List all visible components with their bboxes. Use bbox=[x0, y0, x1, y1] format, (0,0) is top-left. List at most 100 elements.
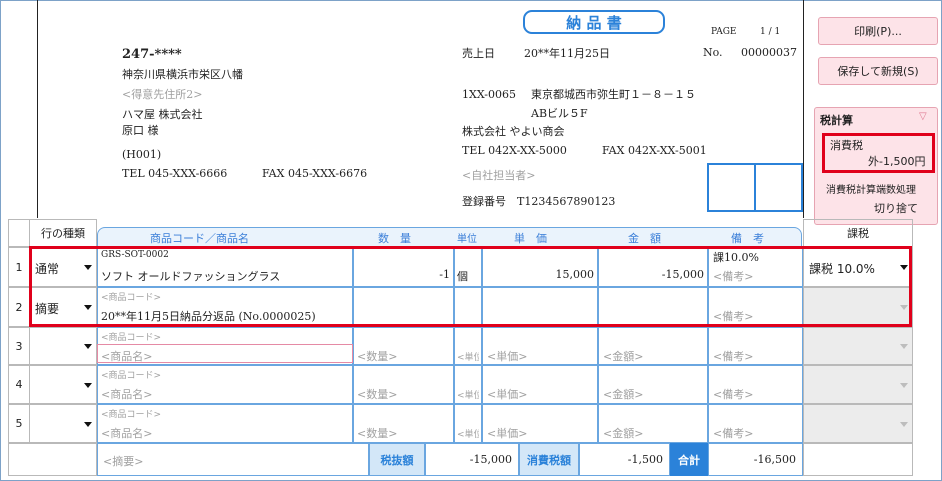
company-postal[interactable]: 1XX-0065 bbox=[462, 88, 516, 101]
product-name-field[interactable]: ソフト オールドファッショングラス bbox=[101, 268, 280, 284]
amount-field[interactable]: <金額> bbox=[603, 386, 643, 402]
product-code-field[interactable]: <商品コード> bbox=[101, 407, 161, 420]
tax-select[interactable] bbox=[803, 287, 913, 327]
row-type-header: 行の種類 bbox=[29, 219, 97, 247]
row-type-dropdown-icon[interactable] bbox=[84, 305, 92, 310]
rounding-label: 消費税計算端数処理 bbox=[826, 185, 916, 196]
unit-field[interactable]: <単位> bbox=[457, 427, 479, 440]
rounding-value[interactable]: 切り捨て bbox=[874, 200, 918, 216]
tax-dropdown-icon[interactable] bbox=[900, 265, 908, 270]
customer-address2-field[interactable]: <得意先住所2> bbox=[122, 86, 202, 102]
footer-right-cell bbox=[803, 443, 913, 476]
header-product: 商品コード／商品名 bbox=[150, 232, 249, 245]
row-type-dropdown-icon[interactable] bbox=[84, 265, 92, 270]
product-code-field[interactable]: <商品コード> bbox=[101, 330, 161, 343]
price-field[interactable]: <単価> bbox=[487, 425, 527, 441]
customer-fax[interactable]: FAX 045-XXX-6676 bbox=[262, 167, 367, 180]
price-cell bbox=[482, 247, 598, 287]
footer-left-cell bbox=[8, 443, 97, 476]
tax-panel-collapse-icon[interactable]: ▽ bbox=[919, 111, 927, 122]
tax-dropdown-icon[interactable] bbox=[900, 382, 908, 388]
company-address[interactable]: 東京都城西市弥生町１－８－１５ bbox=[531, 86, 696, 102]
header-amount: 金 額 bbox=[628, 232, 661, 245]
consumption-tax-amount-label: 消費税額 bbox=[519, 443, 579, 476]
product-name-field[interactable]: <商品名> bbox=[101, 386, 152, 402]
stamp-box-1[interactable] bbox=[707, 163, 756, 212]
tax-select[interactable] bbox=[803, 327, 913, 365]
qty-field[interactable]: <数量> bbox=[357, 386, 397, 402]
customer-address[interactable]: 神奈川県横浜市栄区八幡 bbox=[122, 66, 243, 82]
qty-field[interactable]: <数量> bbox=[357, 348, 397, 364]
save-new-button[interactable]: 保存して新規(S) bbox=[818, 57, 938, 85]
print-button[interactable]: 印刷(P)... bbox=[818, 17, 938, 45]
amount-field[interactable]: <金額> bbox=[603, 348, 643, 364]
unit-cell bbox=[454, 287, 482, 327]
stamp-box-2[interactable] bbox=[754, 163, 803, 212]
company-building[interactable]: ABビル５F bbox=[531, 105, 588, 121]
note-tax-rate: 課10.0% bbox=[713, 251, 759, 264]
price-field[interactable]: <単価> bbox=[487, 348, 527, 364]
sale-no-label: No. bbox=[703, 46, 723, 59]
row-type-dropdown-icon[interactable] bbox=[84, 344, 92, 349]
company-fax[interactable]: FAX 042X-XX-5001 bbox=[602, 144, 707, 157]
price-field[interactable]: <単価> bbox=[487, 386, 527, 402]
customer-tel[interactable]: TEL 045-XXX-6666 bbox=[122, 167, 227, 180]
note-field[interactable]: <備考> bbox=[713, 425, 753, 441]
qty-field[interactable]: -1 bbox=[439, 268, 450, 281]
left-border-line bbox=[37, 0, 38, 218]
customer-postal[interactable]: 247-**** bbox=[122, 47, 182, 62]
row-type-dropdown-icon[interactable] bbox=[84, 382, 92, 388]
amount-field[interactable]: -15,000 bbox=[662, 268, 704, 281]
price-cell bbox=[482, 287, 598, 327]
product-code-field[interactable]: <商品コード> bbox=[101, 290, 161, 303]
consumption-tax-value: 外-1,500円 bbox=[868, 155, 926, 168]
product-name-field[interactable]: 20**年11月5日納品分返品 (No.0000025) bbox=[101, 308, 316, 324]
total-value: -16,500 bbox=[708, 443, 803, 476]
tax-dropdown-icon[interactable] bbox=[900, 421, 908, 427]
customer-code[interactable]: (H001) bbox=[122, 148, 161, 161]
tax-calc-title: 税計算 bbox=[820, 114, 853, 127]
row-type-dropdown-icon[interactable] bbox=[84, 421, 92, 427]
row-number: 5 bbox=[8, 404, 30, 443]
product-name-field[interactable]: <商品名> bbox=[101, 348, 152, 364]
pretax-label: 税抜額 bbox=[369, 443, 425, 476]
note-field[interactable]: <備考> bbox=[713, 348, 753, 364]
product-code-field[interactable]: <商品コード> bbox=[101, 368, 161, 381]
tax-dropdown-icon[interactable] bbox=[900, 344, 908, 349]
price-field[interactable]: 15,000 bbox=[556, 268, 595, 281]
tax-select[interactable] bbox=[803, 365, 913, 404]
consumption-tax-amount: -1,500 bbox=[579, 443, 670, 476]
qty-cell bbox=[353, 247, 454, 287]
unit-field[interactable]: 個 bbox=[457, 268, 479, 284]
note-field[interactable]: <備考> bbox=[713, 386, 753, 402]
company-name[interactable]: 株式会社 やよい商会 bbox=[462, 123, 565, 139]
header-unit: 単位 bbox=[457, 234, 477, 245]
sale-no[interactable]: 00000037 bbox=[741, 46, 797, 59]
product-name-field[interactable]: <商品名> bbox=[101, 425, 152, 441]
page-value: 1 / 1 bbox=[760, 27, 781, 37]
tax-select[interactable] bbox=[803, 404, 913, 443]
note-field[interactable]: <備考> bbox=[713, 268, 753, 284]
tax-header: 課税 bbox=[803, 219, 913, 247]
page-label: PAGE bbox=[711, 27, 737, 37]
note-field[interactable]: <備考> bbox=[713, 308, 753, 324]
tax-dropdown-icon[interactable] bbox=[900, 305, 908, 310]
sale-date[interactable]: 20**年11月25日 bbox=[524, 45, 610, 61]
company-staff-field[interactable]: <自社担当者> bbox=[462, 167, 535, 183]
company-tel[interactable]: TEL 042X-XX-5000 bbox=[462, 144, 567, 157]
amount-field[interactable]: <金額> bbox=[603, 425, 643, 441]
row-number: 3 bbox=[8, 327, 30, 365]
product-code-field[interactable]: GRS-SOT-0002 bbox=[101, 250, 169, 260]
qty-field[interactable]: <数量> bbox=[357, 425, 397, 441]
customer-company[interactable]: ハマ屋 株式会社 bbox=[122, 106, 203, 122]
document-title: 納 品 書 bbox=[523, 10, 665, 34]
company-registration[interactable]: 登録番号 T1234567890123 bbox=[462, 193, 615, 209]
tax-select[interactable]: 課税 10.0% bbox=[803, 247, 913, 287]
unit-field[interactable]: <単位> bbox=[457, 350, 479, 363]
unit-field[interactable]: <単位> bbox=[457, 388, 479, 401]
customer-contact[interactable]: 原口 様 bbox=[122, 122, 159, 138]
summary-field[interactable]: <摘要> bbox=[97, 443, 369, 476]
row-number: 2 bbox=[8, 287, 30, 327]
total-label: 合計 bbox=[670, 443, 708, 476]
consumption-tax-label: 消費税 bbox=[830, 139, 863, 152]
